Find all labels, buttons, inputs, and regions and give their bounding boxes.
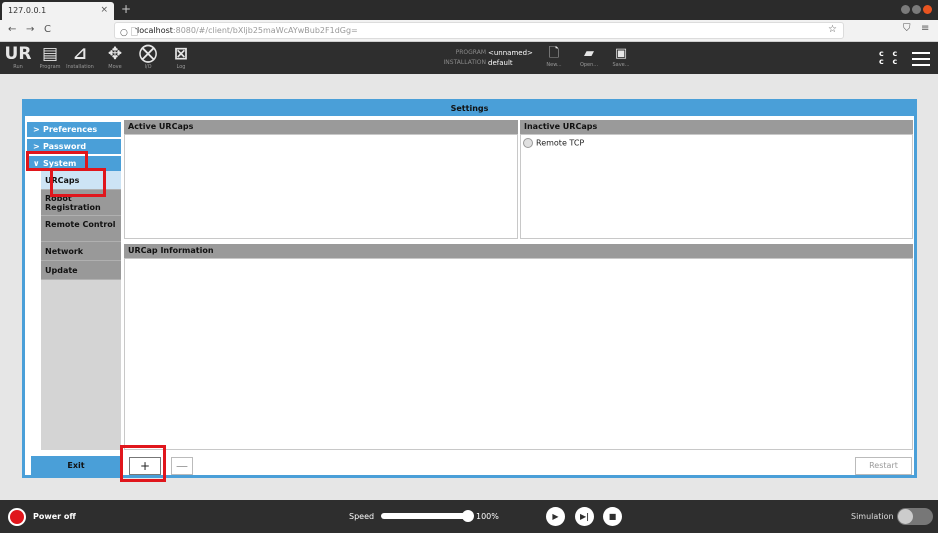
settings-dialog: Settings > Preferences > Password ∨ System … [22, 99, 917, 478]
play-icon[interactable]: ▶ [546, 507, 565, 526]
urcap-name: Remote TCP [536, 138, 585, 148]
window-controls [901, 5, 932, 14]
nav-label: I/O [144, 64, 152, 70]
exit-button[interactable]: Exit [31, 456, 121, 475]
nav-move[interactable]: ✥ Move [101, 44, 129, 70]
program-values: <unnamed> default [488, 48, 533, 68]
close-tab-icon[interactable]: × [100, 5, 108, 15]
back-icon[interactable]: ← [8, 24, 16, 35]
url-host: localhost [137, 26, 173, 35]
run-icon: UR [4, 44, 32, 64]
save-button[interactable]: ▣ Save... [610, 46, 632, 68]
pocket-icon[interactable]: ⛉ [903, 23, 911, 34]
active-urcaps-header: Active URCaps [124, 120, 518, 134]
sidebar-item-preferences[interactable]: > Preferences [27, 122, 121, 137]
installation-label: INSTALLATION [443, 59, 486, 66]
settings-title: Settings [25, 102, 914, 116]
nav-label: Log [176, 64, 186, 70]
maximize-icon[interactable] [912, 5, 921, 14]
sidebar-item-label: Preferences [43, 125, 98, 134]
nav-installation[interactable]: ⊿ Installation [66, 44, 94, 70]
highlight-urcaps [50, 168, 106, 197]
speed-slider-handle[interactable] [462, 510, 474, 522]
nav-label: Move [108, 64, 122, 70]
file-button-label: New... [546, 62, 562, 68]
cc-status: c c c c [879, 50, 900, 66]
open-folder-button[interactable]: ▰ Open... [578, 46, 600, 68]
nav-program[interactable]: ▤ Program [36, 44, 64, 70]
nav-log[interactable]: ⊠ Log [167, 44, 195, 70]
polyscope-header: PROGRAM INSTALLATION <unnamed> default c… [0, 42, 938, 74]
inactive-urcaps-header: Inactive URCaps [520, 120, 913, 134]
page-info-icon: ○ 🗋 [120, 28, 138, 38]
speed-label: Speed [349, 512, 375, 521]
log-icon: ⊠ [173, 44, 189, 64]
power-label: Power off [33, 512, 76, 521]
open-folder-icon: ▰ [584, 46, 594, 61]
program-icon: ▤ [41, 44, 59, 64]
sidebar-item-update[interactable]: Update [41, 261, 121, 280]
inactive-urcaps-list[interactable] [520, 134, 913, 239]
installation-icon: ⊿ [72, 44, 88, 64]
new-file-button[interactable]: 🗋 New... [543, 46, 565, 68]
power-button[interactable] [8, 508, 26, 526]
sidebar-item-label: Password [43, 142, 87, 151]
forward-icon[interactable]: → [26, 24, 34, 35]
nav-label: Run [13, 64, 23, 70]
program-label: PROGRAM [455, 49, 486, 56]
urcap-information-panel [124, 258, 913, 450]
move-icon: ✥ [107, 44, 123, 64]
installation-name: default [488, 59, 513, 67]
speed-value: 100% [476, 512, 499, 521]
stop-icon[interactable]: ■ [603, 507, 622, 526]
simulation-label: Simulation [851, 512, 894, 521]
simulation-toggle[interactable] [897, 508, 933, 525]
sidebar-item-network[interactable]: Network [41, 242, 121, 261]
polyscope-footer: Power off Speed 100% ▶ ▶| ■ Simulation [0, 500, 938, 533]
browser-tab[interactable]: 127.0.0.1 × [2, 2, 114, 20]
program-name: <unnamed> [488, 49, 533, 57]
url-path: :8080/#/client/bXljb25maWcAYwBub2F1dGg= [172, 26, 358, 35]
chevron-right-icon: > [33, 125, 40, 134]
sidebar-item-remote-control[interactable]: Remote Control [41, 216, 121, 242]
program-labels: PROGRAM INSTALLATION [430, 48, 486, 68]
remove-urcap-button[interactable]: — [171, 457, 193, 475]
list-item[interactable]: Remote TCP [523, 138, 584, 148]
browser-tab-bar: 127.0.0.1 × + [0, 0, 938, 20]
nav-label: Program [39, 64, 61, 70]
minimize-icon[interactable] [901, 5, 910, 14]
reload-icon[interactable]: C [44, 24, 51, 35]
bookmark-star-icon[interactable]: ☆ [828, 24, 837, 35]
browser-toolbar: ← → C ○ 🗋 localhost:8080/#/client/bXljb2… [0, 20, 938, 42]
nav-run[interactable]: UR Run [4, 44, 32, 70]
restart-button[interactable]: Restart [855, 457, 912, 475]
nav-label: Installation [66, 64, 94, 70]
file-button-label: Save... [612, 62, 630, 68]
close-window-icon[interactable] [923, 5, 932, 14]
step-icon[interactable]: ▶| [575, 507, 594, 526]
new-tab-button[interactable]: + [121, 2, 131, 16]
urcap-information-header: URCap Information [124, 244, 913, 258]
speed-slider[interactable] [381, 513, 469, 519]
save-icon: ▣ [614, 46, 628, 61]
urcap-status-icon [523, 138, 533, 148]
io-icon: ⛒ [139, 44, 157, 64]
url-field[interactable]: ○ 🗋 localhost:8080/#/client/bXljb25maWcA… [114, 22, 844, 39]
cc-bottom: c c [879, 57, 901, 66]
highlight-add-button [120, 445, 166, 482]
nav-io[interactable]: ⛒ I/O [134, 44, 162, 70]
sidebar-filler [41, 280, 121, 450]
new-file-icon: 🗋 [548, 46, 560, 61]
tab-title: 127.0.0.1 [8, 6, 47, 15]
active-urcaps-list[interactable] [124, 134, 518, 239]
file-button-label: Open... [579, 62, 599, 68]
hamburger-menu-icon[interactable] [912, 52, 930, 70]
menu-icon[interactable]: ≡ [921, 23, 929, 34]
